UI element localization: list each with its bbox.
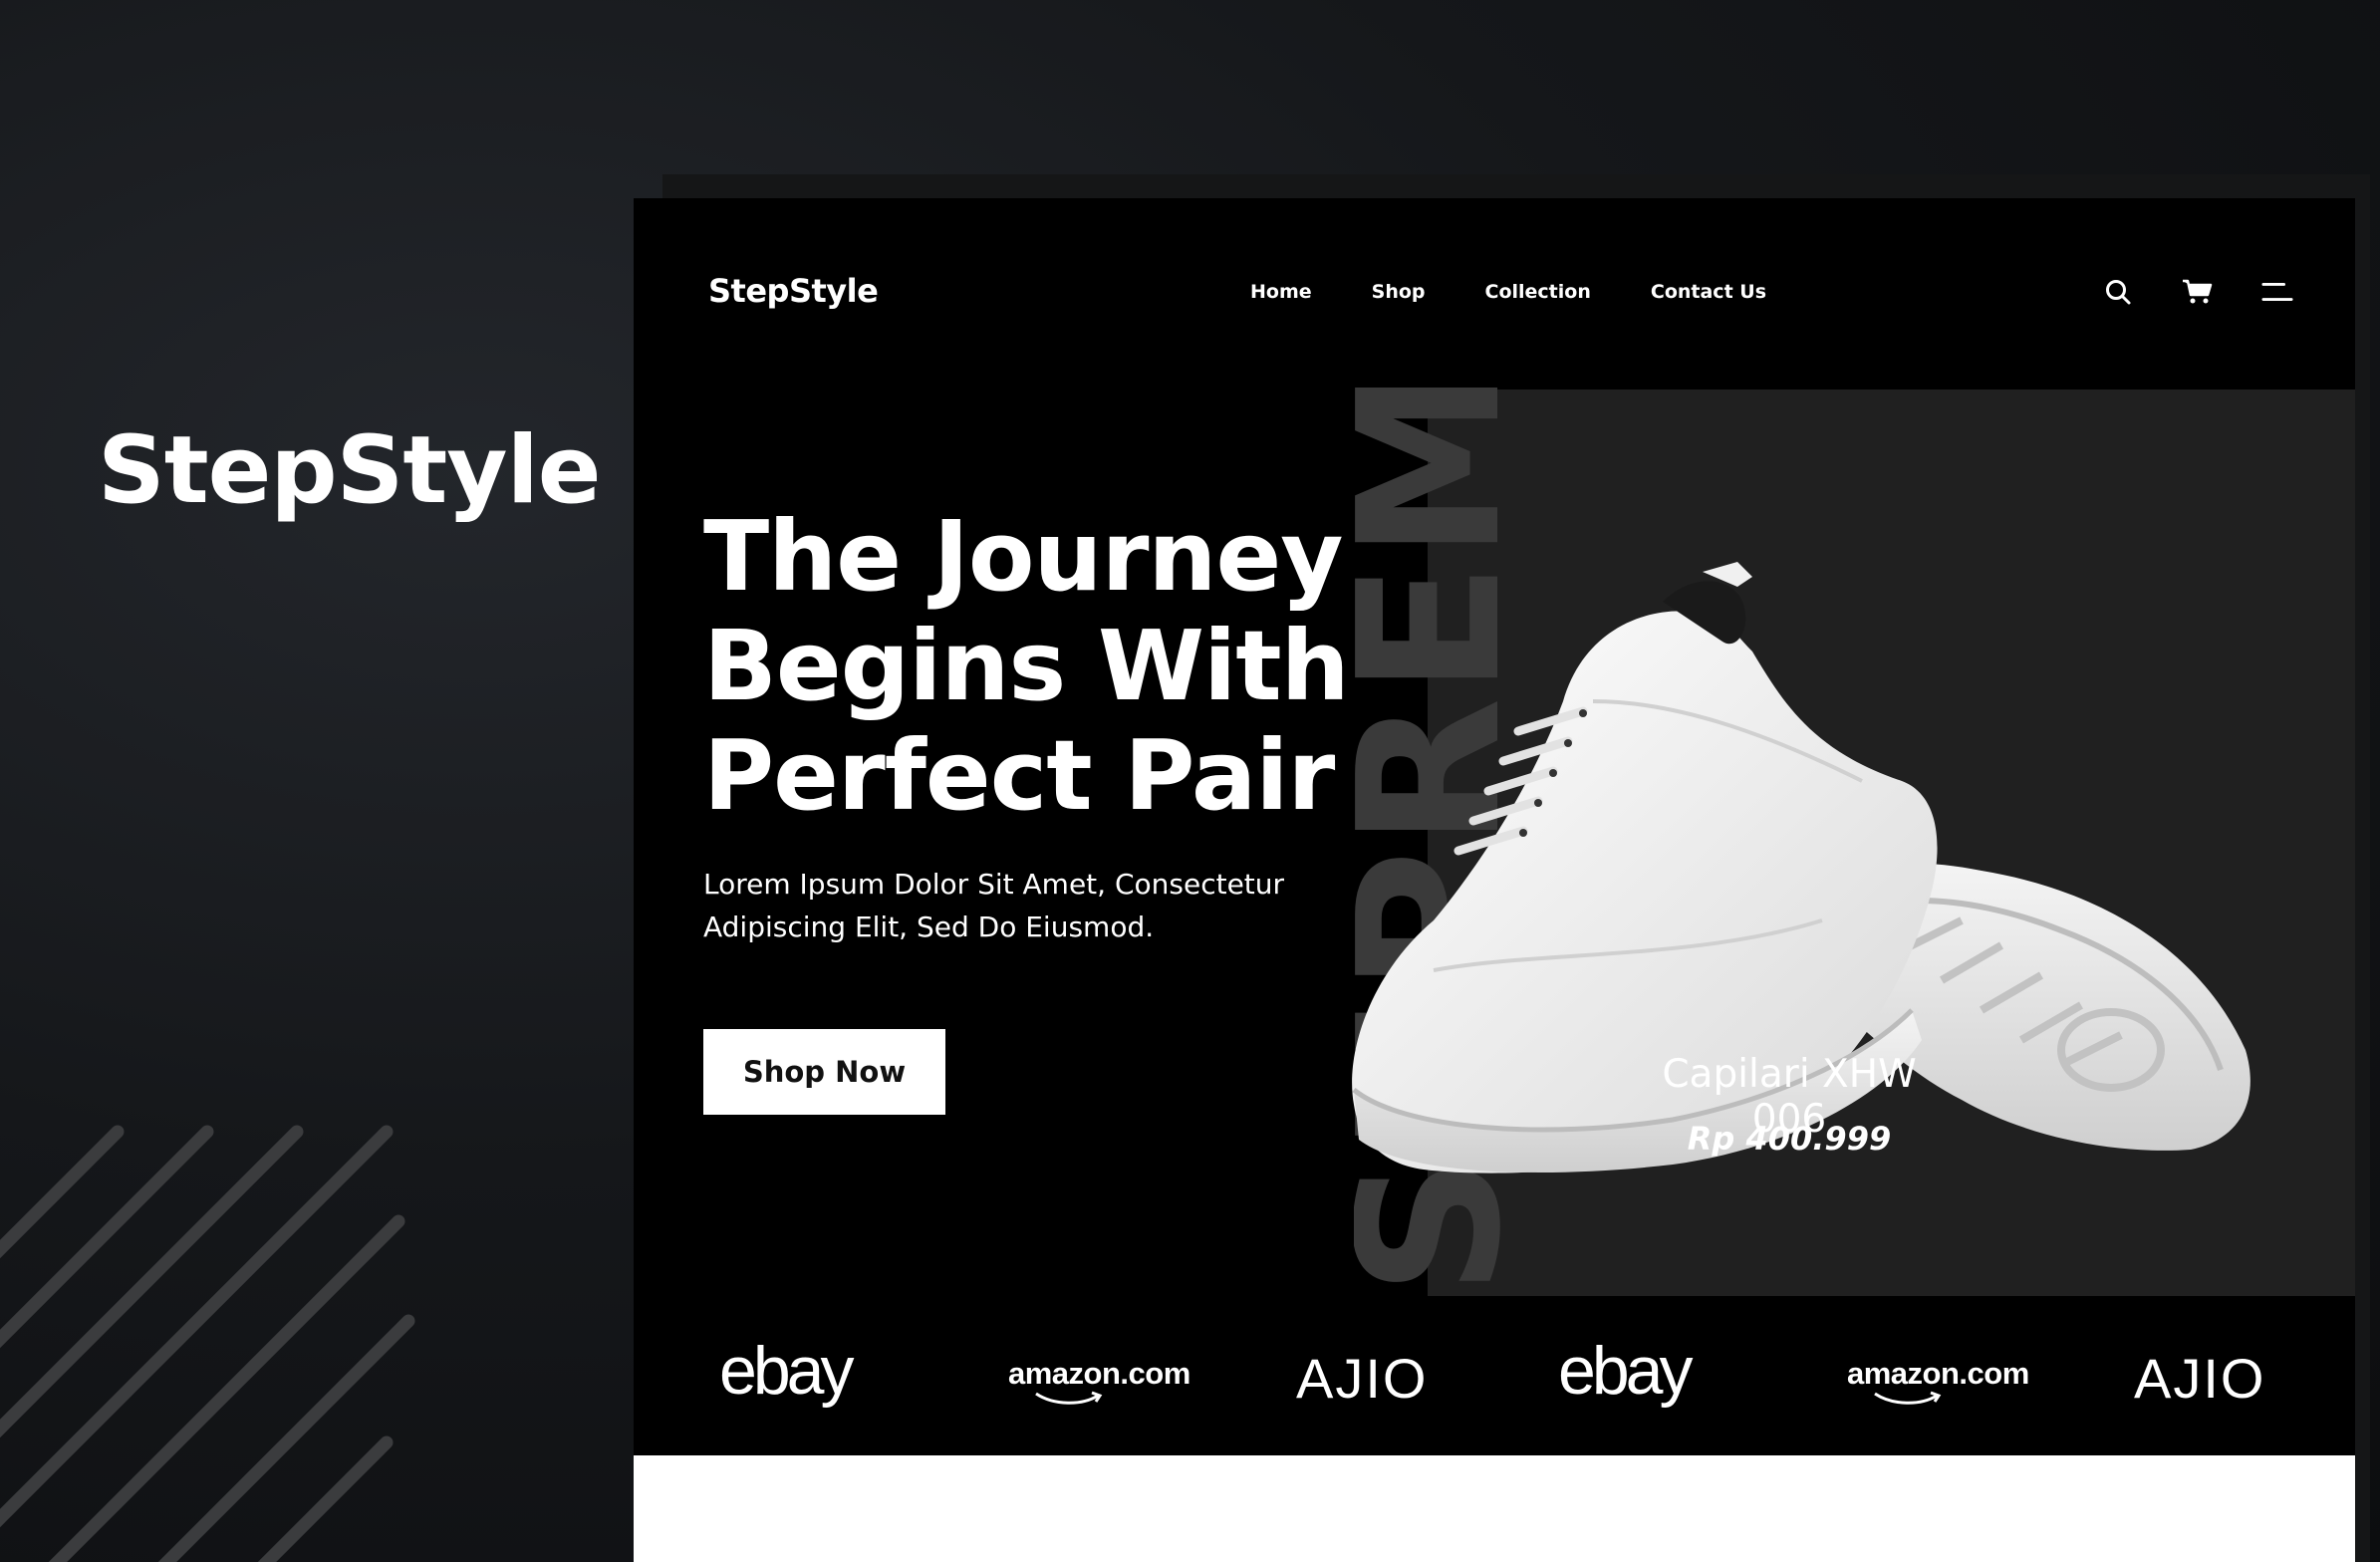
- nav-link-shop[interactable]: Shop: [1372, 281, 1426, 303]
- website-mockup: StepStyle Home Shop Collection Contact U…: [634, 198, 2355, 1562]
- brand-logo-amazon: amazon.com: [1847, 1356, 2029, 1405]
- brand-logo-ajio: AJIO: [2134, 1347, 2266, 1410]
- cart-icon[interactable]: [2182, 276, 2214, 308]
- nav-link-home[interactable]: Home: [1250, 281, 1312, 303]
- decorative-stripes: [0, 1125, 415, 1562]
- nav-links: Home Shop Collection Contact Us: [1250, 281, 1766, 303]
- next-section-preview: [634, 1455, 2355, 1562]
- hero-title: The Journey Begins With Perfect Pair: [703, 500, 1350, 832]
- shop-now-button[interactable]: Shop Now: [703, 1029, 945, 1115]
- brand-logo-ajio: AJIO: [1296, 1347, 1429, 1410]
- brand-logo-ebay: ebay: [1558, 1333, 1693, 1409]
- top-navigation: StepStyle Home Shop Collection Contact U…: [634, 198, 2355, 390]
- brand-logo-amazon: amazon.com: [1008, 1356, 1190, 1405]
- nav-logo[interactable]: StepStyle: [708, 272, 879, 310]
- hero-description: Lorem Ipsum Dolor Sit Amet, Consectetur …: [703, 868, 1285, 943]
- search-icon[interactable]: [2102, 276, 2134, 308]
- side-brand-title: StepStyle: [98, 416, 602, 525]
- nav-icons: [2102, 276, 2293, 308]
- amazon-smile-icon: [1035, 1391, 1103, 1405]
- brand-logo-ebay: ebay: [719, 1333, 854, 1409]
- menu-icon[interactable]: [2261, 276, 2293, 308]
- amazon-smile-icon: [1874, 1391, 1942, 1405]
- nav-link-contact[interactable]: Contact Us: [1651, 281, 1766, 303]
- nav-link-collection[interactable]: Collection: [1485, 281, 1591, 303]
- product-price: Rp 400.999: [1687, 1120, 1892, 1158]
- brand-partners-bar: ebay amazon.com AJIO ebay amazon.com AJI…: [634, 1296, 2355, 1455]
